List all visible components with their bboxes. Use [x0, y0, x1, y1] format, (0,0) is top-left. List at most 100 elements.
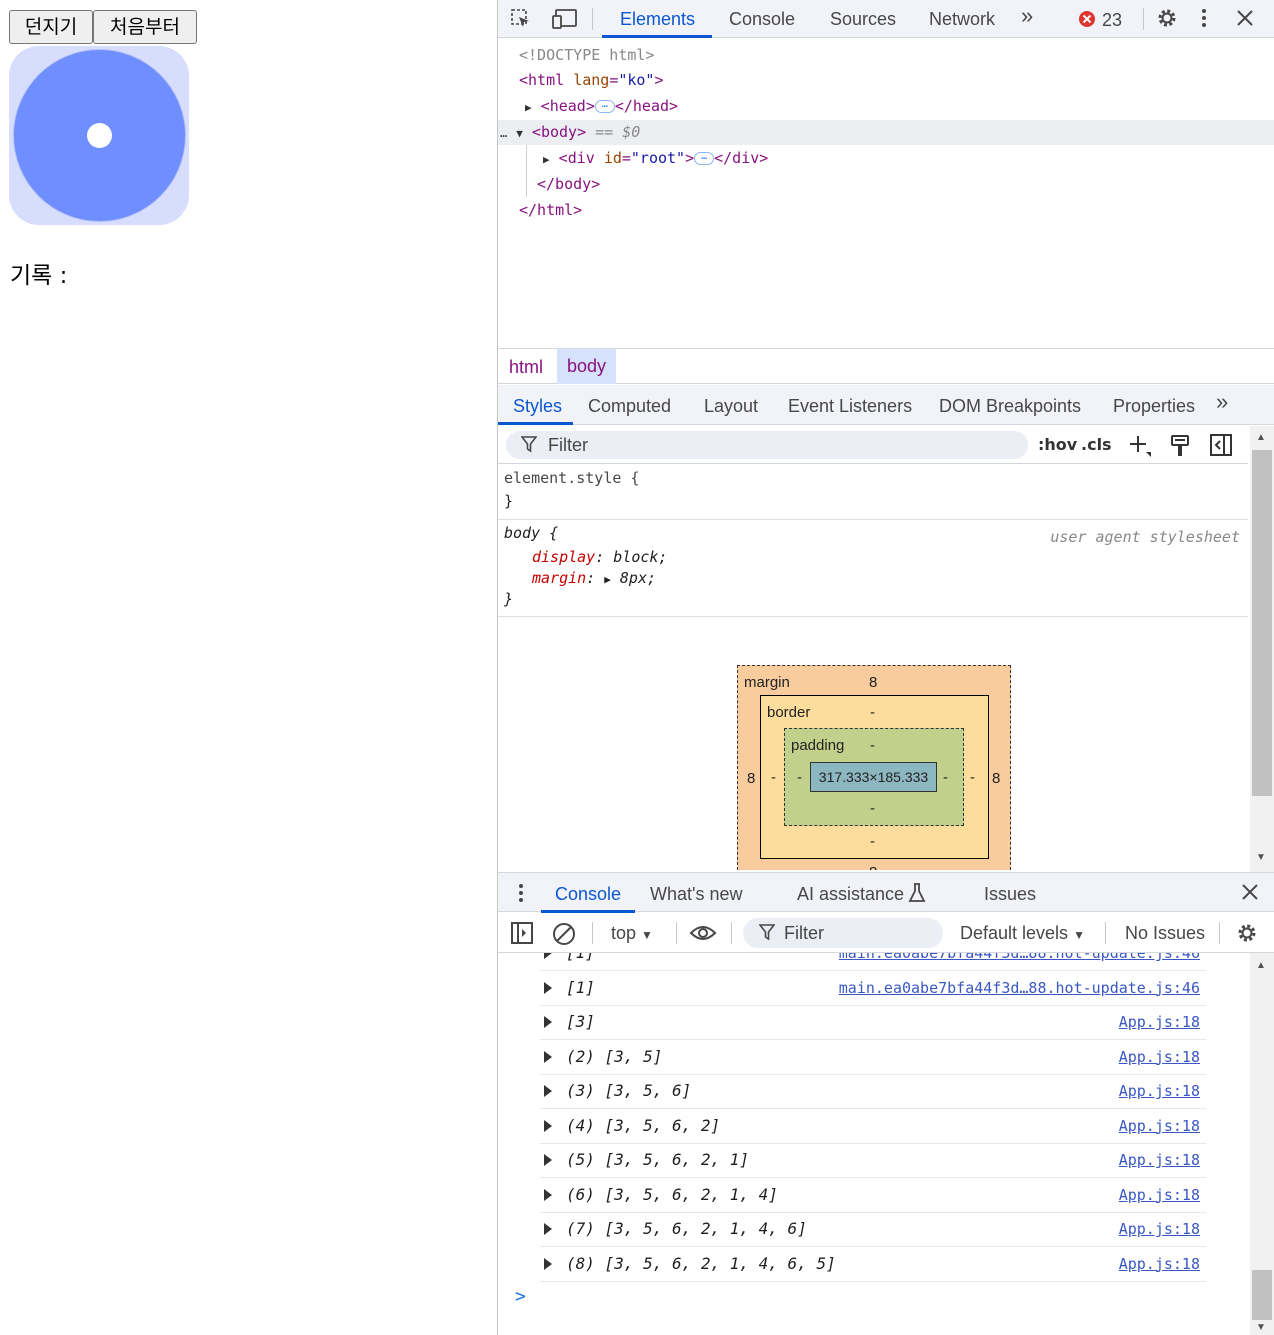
- tab-network[interactable]: Network: [929, 9, 995, 29]
- body-selector[interactable]: body {: [504, 523, 558, 543]
- console-log-source-link[interactable]: App.js:18: [1119, 1048, 1200, 1066]
- console-log-source-link[interactable]: App.js:18: [1119, 1013, 1200, 1031]
- tab-sources[interactable]: Sources: [830, 9, 896, 29]
- dom-doctype[interactable]: <!DOCTYPE html>: [519, 45, 654, 65]
- margin-left-value[interactable]: 8: [747, 770, 755, 787]
- margin-declaration[interactable]: margin: ▶ 8px;: [532, 568, 656, 590]
- tab-console[interactable]: Console: [729, 9, 795, 29]
- console-log-source-link[interactable]: main.ea0abe7bfa44f3d…88.hot-update.js:46: [839, 953, 1200, 962]
- expand-arrow-icon[interactable]: [544, 1016, 552, 1028]
- display-declaration[interactable]: display: block;: [532, 547, 667, 567]
- hov-toggle[interactable]: :hov: [1038, 435, 1077, 454]
- show-sidebar-icon[interactable]: [511, 922, 533, 948]
- log-levels-dropdown[interactable]: Default levels ▼: [960, 923, 1085, 944]
- console-filter-input[interactable]: Filter: [743, 918, 943, 948]
- new-style-rule-icon[interactable]: [1128, 434, 1152, 462]
- more-options-icon[interactable]: [1200, 6, 1208, 34]
- dom-body-close[interactable]: </body>: [537, 174, 600, 194]
- padding-left-value[interactable]: -: [797, 769, 802, 786]
- console-log-row[interactable]: [3] App.js:18: [540, 1006, 1206, 1040]
- tab-properties[interactable]: Properties: [1113, 396, 1195, 416]
- cls-toggle[interactable]: .cls: [1081, 435, 1112, 454]
- paint-brush-icon[interactable]: [1170, 434, 1190, 462]
- drawer-tab-issues[interactable]: Issues: [984, 884, 1036, 904]
- close-drawer-icon[interactable]: [1241, 883, 1259, 905]
- scroll-down-icon[interactable]: ▼: [1250, 1322, 1272, 1333]
- styles-scrollbar-thumb[interactable]: [1252, 450, 1272, 796]
- console-log-source-link[interactable]: main.ea0abe7bfa44f3d…88.hot-update.js:46: [839, 979, 1200, 997]
- breadcrumb-html[interactable]: html: [499, 355, 553, 379]
- tab-styles[interactable]: Styles: [513, 396, 562, 416]
- settings-gear-icon[interactable]: [1155, 6, 1179, 34]
- console-log-source-link[interactable]: App.js:18: [1119, 1255, 1200, 1273]
- padding-top-value[interactable]: -: [870, 737, 875, 754]
- expand-arrow-icon[interactable]: [544, 1257, 552, 1270]
- inspect-element-icon[interactable]: [510, 8, 532, 34]
- reset-button[interactable]: 처음부터: [93, 10, 197, 44]
- border-top-value[interactable]: -: [870, 704, 875, 721]
- issues-counter[interactable]: No Issues: [1125, 923, 1205, 944]
- more-panes-icon[interactable]: »: [1216, 391, 1228, 413]
- error-icon[interactable]: [1078, 10, 1096, 32]
- expand-arrow-icon[interactable]: [544, 1050, 552, 1063]
- context-selector[interactable]: top ▼: [611, 923, 653, 944]
- console-log-source-link[interactable]: App.js:18: [1119, 1151, 1200, 1169]
- console-log-source-link[interactable]: App.js:18: [1119, 1117, 1200, 1135]
- toggle-sidebar-icon[interactable]: [1210, 434, 1232, 460]
- drawer-menu-icon[interactable]: [518, 882, 524, 908]
- dom-html-open[interactable]: <html lang="ko">: [519, 70, 664, 90]
- device-toolbar-icon[interactable]: [552, 8, 578, 34]
- console-scrollbar-thumb[interactable]: [1252, 1270, 1272, 1320]
- console-log-row[interactable]: (7) [3, 5, 6, 2, 1, 4, 6] App.js:18: [540, 1213, 1206, 1247]
- drawer-tab-whats-new[interactable]: What's new: [650, 884, 742, 904]
- margin-right-value[interactable]: 8: [992, 770, 1000, 787]
- console-log-row[interactable]: [1] main.ea0abe7bfa44f3d…88.hot-update.js…: [540, 953, 1206, 971]
- console-log-row[interactable]: (2) [3, 5] App.js:18: [540, 1041, 1206, 1075]
- margin-bottom-value[interactable]: 8: [869, 864, 877, 870]
- border-right-value[interactable]: -: [970, 769, 975, 786]
- expand-arrow-icon[interactable]: [544, 1085, 552, 1097]
- close-devtools-icon[interactable]: [1235, 8, 1255, 32]
- box-model-content[interactable]: 317.333×185.333: [810, 762, 937, 792]
- drawer-tab-ai-assistance[interactable]: AI assistance: [797, 884, 904, 904]
- tab-event-listeners[interactable]: Event Listeners: [788, 396, 912, 416]
- expand-arrow-icon[interactable]: [544, 1188, 552, 1201]
- clear-console-icon[interactable]: [552, 922, 576, 950]
- padding-bottom-value[interactable]: -: [870, 800, 875, 817]
- tab-elements[interactable]: Elements: [620, 9, 695, 29]
- dom-root-div[interactable]: ▶ <div id="root">… </div>: [543, 148, 768, 170]
- expand-arrow-icon[interactable]: [544, 981, 552, 994]
- scroll-up-icon[interactable]: ▲: [1250, 960, 1272, 971]
- live-expression-eye-icon[interactable]: [689, 923, 717, 947]
- scroll-up-icon[interactable]: ▲: [1250, 432, 1272, 443]
- expand-arrow-icon[interactable]: [544, 953, 552, 959]
- dom-head[interactable]: ▶ <head>… </head>: [525, 96, 678, 118]
- dom-html-close[interactable]: </html>: [519, 200, 582, 220]
- console-log-source-link[interactable]: App.js:18: [1119, 1186, 1200, 1204]
- console-log-row[interactable]: (4) [3, 5, 6, 2] App.js:18: [540, 1110, 1206, 1144]
- dom-body[interactable]: … ▼ <body> == $0: [500, 122, 640, 144]
- expand-arrow-icon[interactable]: [544, 1154, 552, 1166]
- console-log-row[interactable]: (6) [3, 5, 6, 2, 1, 4] App.js:18: [540, 1179, 1206, 1213]
- scroll-down-icon[interactable]: ▼: [1250, 852, 1272, 863]
- console-log-row[interactable]: (3) [3, 5, 6] App.js:18: [540, 1075, 1206, 1109]
- throw-button[interactable]: 던지기: [9, 10, 93, 44]
- error-count[interactable]: 23: [1102, 10, 1122, 30]
- tab-computed[interactable]: Computed: [588, 396, 671, 416]
- console-log-source-link[interactable]: App.js:18: [1119, 1220, 1200, 1238]
- padding-right-value[interactable]: -: [943, 769, 948, 786]
- element-style-selector[interactable]: element.style {: [504, 468, 639, 488]
- tab-layout[interactable]: Layout: [704, 396, 758, 416]
- styles-filter-input[interactable]: Filter: [506, 431, 1028, 459]
- tab-dom-breakpoints[interactable]: DOM Breakpoints: [939, 396, 1081, 416]
- console-prompt[interactable]: >: [515, 1286, 526, 1307]
- border-left-value[interactable]: -: [771, 769, 776, 786]
- console-log-row[interactable]: (5) [3, 5, 6, 2, 1] App.js:18: [540, 1144, 1206, 1178]
- console-log-source-link[interactable]: App.js:18: [1119, 1082, 1200, 1100]
- expand-arrow-icon[interactable]: [544, 1119, 552, 1132]
- breadcrumb-body[interactable]: body: [557, 349, 617, 384]
- border-bottom-value[interactable]: -: [870, 833, 875, 850]
- expand-arrow-icon[interactable]: [544, 1223, 552, 1235]
- more-tabs-icon[interactable]: »: [1021, 5, 1033, 27]
- console-log-row[interactable]: [1] main.ea0abe7bfa44f3d…88.hot-update.js…: [540, 972, 1206, 1006]
